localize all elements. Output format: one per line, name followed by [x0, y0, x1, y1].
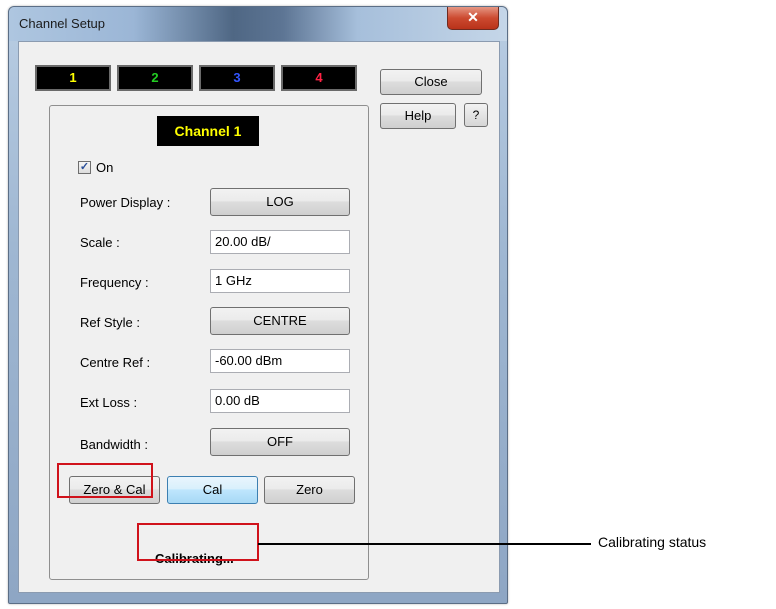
ext-loss-label: Ext Loss :: [80, 395, 138, 410]
zero-button[interactable]: Zero: [264, 476, 355, 504]
help-context-icon[interactable]: ?: [464, 103, 488, 127]
tab-channel-1[interactable]: 1: [35, 65, 111, 91]
bandwidth-button[interactable]: OFF: [210, 428, 350, 456]
scale-field[interactable]: 20.00 dB/: [210, 230, 350, 254]
tab-channel-4-label: 4: [315, 70, 323, 85]
close-button[interactable]: Close: [380, 69, 482, 95]
frequency-label: Frequency :: [80, 275, 149, 290]
window-title: Channel Setup: [19, 16, 106, 31]
ref-style-button[interactable]: CENTRE: [210, 307, 350, 335]
zero-cal-highlight-box: [57, 463, 153, 498]
tab-channel-2-label: 2: [151, 70, 159, 85]
on-checkbox-label: On: [96, 160, 114, 175]
ext-loss-field[interactable]: 0.00 dB: [210, 389, 350, 413]
power-display-button[interactable]: LOG: [210, 188, 350, 216]
window-close-icon[interactable]: ✕: [447, 7, 499, 30]
help-button[interactable]: Help: [380, 103, 456, 129]
bandwidth-label: Bandwidth :: [80, 437, 148, 452]
ref-style-label: Ref Style :: [80, 315, 140, 330]
dialog-client-area: 1 2 3 4 Close Help ? Channel 1 ✓ On Powe…: [18, 41, 500, 593]
power-display-label: Power Display :: [80, 195, 171, 210]
callout-label: Calibrating status: [598, 534, 707, 550]
frequency-field[interactable]: 1 GHz: [210, 269, 350, 293]
centre-ref-label: Centre Ref :: [80, 355, 151, 370]
on-checkbox[interactable]: ✓: [78, 161, 91, 174]
channel-settings-panel: Channel 1 ✓ On Power Display : LOG Scale…: [49, 105, 369, 580]
tab-channel-1-label: 1: [69, 70, 77, 85]
channel-label: Channel 1: [157, 116, 259, 146]
tab-channel-3[interactable]: 3: [199, 65, 275, 91]
tab-channel-4[interactable]: 4: [281, 65, 357, 91]
centre-ref-field[interactable]: -60.00 dBm: [210, 349, 350, 373]
channel-setup-window: Channel Setup ✕ 1 2 3 4 Close Help ? Cha…: [8, 6, 508, 604]
scale-label: Scale :: [80, 235, 120, 250]
tab-channel-2[interactable]: 2: [117, 65, 193, 91]
cal-button[interactable]: Cal: [167, 476, 258, 504]
tab-channel-3-label: 3: [233, 70, 241, 85]
callout-line: [258, 543, 591, 545]
title-bar[interactable]: Channel Setup ✕: [9, 7, 507, 41]
status-highlight-box: [137, 523, 259, 561]
